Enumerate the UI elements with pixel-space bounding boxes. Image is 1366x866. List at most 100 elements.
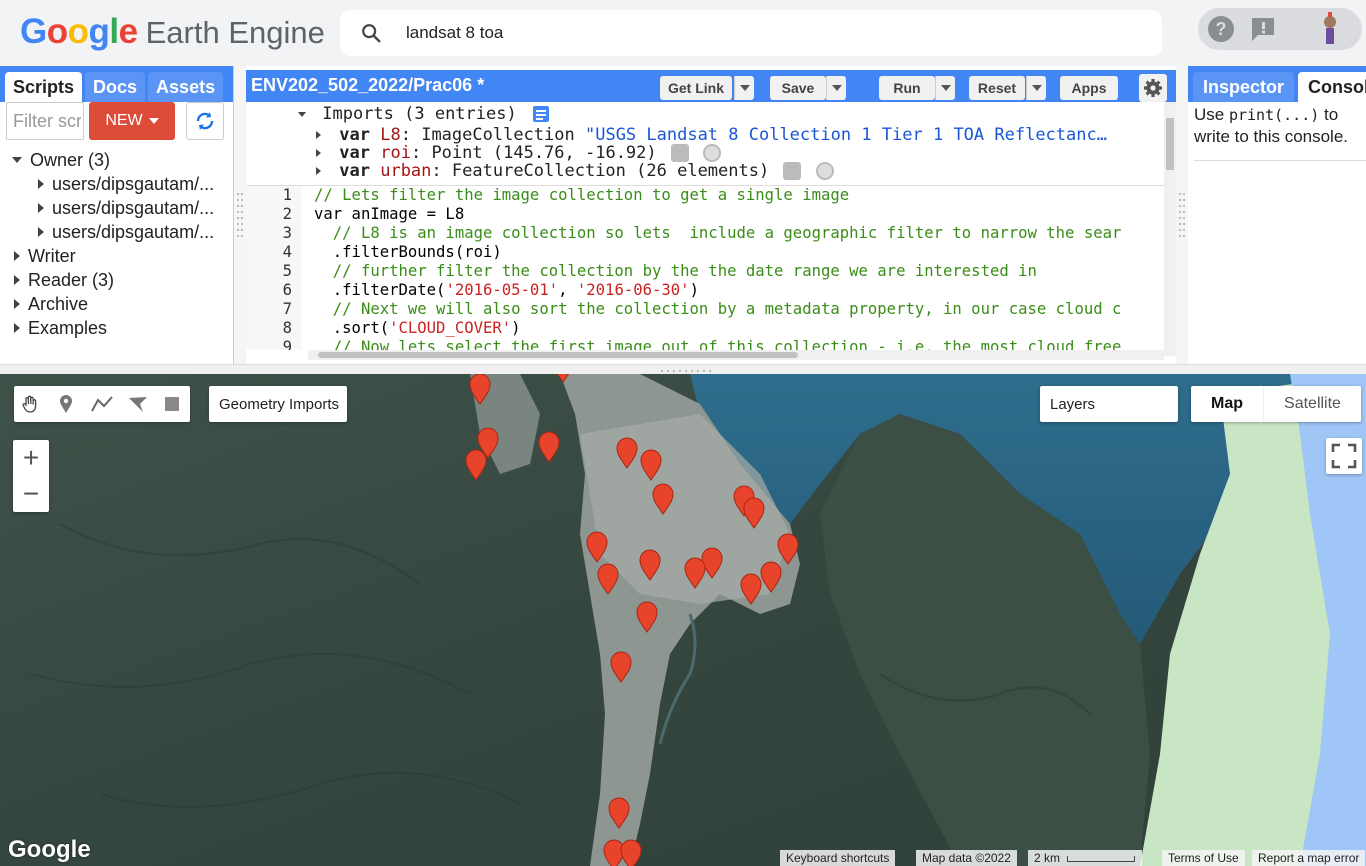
gear-icon[interactable] xyxy=(1139,74,1167,102)
product-name: Earth Engine xyxy=(145,15,325,50)
map-marker-icon[interactable] xyxy=(743,497,765,529)
map-marker-icon[interactable] xyxy=(636,601,658,633)
tree-node-repo[interactable]: users/dipsgautam/... xyxy=(0,196,234,220)
import-entry[interactable]: var roi: Point (145.76, -16.92) xyxy=(314,143,722,163)
filter-scripts-input[interactable] xyxy=(6,102,84,140)
map-marker-icon[interactable] xyxy=(538,431,560,463)
search-input[interactable] xyxy=(404,18,1144,48)
tree-node-archive[interactable]: Archive xyxy=(0,292,234,316)
panel-resize-handle-left[interactable] xyxy=(234,66,246,364)
pan-hand-icon[interactable] xyxy=(16,390,44,418)
collapsed-arrow-icon xyxy=(38,227,44,237)
map-type-satellite[interactable]: Satellite xyxy=(1263,386,1361,422)
save-button[interactable]: Save xyxy=(770,76,826,100)
map-marker-icon[interactable] xyxy=(740,573,762,605)
layers-button[interactable]: Layers xyxy=(1040,386,1178,422)
tree-node-owner[interactable]: Owner (3) xyxy=(0,148,234,172)
editor-vertical-scrollbar[interactable] xyxy=(1164,102,1176,356)
panel-resize-handle-right[interactable] xyxy=(1176,66,1188,364)
search-icon[interactable] xyxy=(360,22,382,44)
zoom-in-button[interactable]: + xyxy=(13,440,49,476)
code-line: var anImage = L8 xyxy=(314,205,465,223)
tab-scripts[interactable]: Scripts xyxy=(5,72,83,102)
import-visibility-icon[interactable] xyxy=(703,144,722,162)
earth-engine-logo[interactable]: Google Earth Engine xyxy=(20,10,325,54)
tree-node-examples[interactable]: Examples xyxy=(0,316,234,340)
collapsed-arrow-icon xyxy=(14,299,20,309)
scroll-thumb[interactable] xyxy=(318,352,798,358)
code-token: ) xyxy=(511,319,521,337)
map-marker-icon[interactable] xyxy=(608,797,630,829)
import-entry[interactable]: var L8: ImageCollection "USGS Landsat 8 … xyxy=(314,125,1107,145)
import-settings-icon[interactable] xyxy=(783,162,802,180)
terms-of-use-link[interactable]: Terms of Use xyxy=(1162,850,1245,866)
scale-bar[interactable]: 2 km xyxy=(1028,850,1142,866)
run-dropdown[interactable] xyxy=(935,76,955,100)
refresh-button[interactable] xyxy=(186,102,224,140)
tree-node-reader[interactable]: Reader (3) xyxy=(0,268,234,292)
report-map-error-link[interactable]: Report a map error xyxy=(1252,850,1366,866)
marker-tool-icon[interactable] xyxy=(52,390,80,418)
reset-dropdown[interactable] xyxy=(1026,76,1046,100)
geometry-imports-button[interactable]: Geometry Imports xyxy=(209,386,347,422)
map-marker-icon[interactable] xyxy=(639,549,661,581)
tab-inspector[interactable]: Inspector xyxy=(1193,72,1295,102)
code-area[interactable]: 1 2 3 4 5 6 7 8 9 // Lets filter the ima… xyxy=(246,186,1164,350)
keyboard-shortcuts-link[interactable]: Keyboard shortcuts xyxy=(780,850,896,866)
search-bar[interactable] xyxy=(340,10,1162,56)
scroll-thumb[interactable] xyxy=(1166,118,1174,170)
reset-button[interactable]: Reset xyxy=(969,76,1025,100)
map-marker-icon[interactable] xyxy=(620,839,642,866)
map-marker-icon[interactable] xyxy=(640,449,662,481)
polygon-tool-icon[interactable] xyxy=(124,390,152,418)
tree-node-repo[interactable]: users/dipsgautam/... xyxy=(0,220,234,244)
map-marker-icon[interactable] xyxy=(684,557,706,589)
rectangle-tool-icon[interactable] xyxy=(158,390,186,418)
collapsed-arrow-icon xyxy=(316,149,321,157)
avatar[interactable] xyxy=(1300,8,1360,50)
save-dropdown[interactable] xyxy=(826,76,846,100)
apps-button[interactable]: Apps xyxy=(1060,76,1118,100)
get-link-button[interactable]: Get Link xyxy=(660,76,732,100)
console-divider xyxy=(1194,160,1366,161)
tab-assets[interactable]: Assets xyxy=(148,72,224,102)
import-settings-icon[interactable] xyxy=(670,144,689,162)
map-marker-icon[interactable] xyxy=(469,374,491,405)
code-token: .filterDate( xyxy=(314,281,446,299)
tab-docs[interactable]: Docs xyxy=(85,72,146,102)
map-marker-icon[interactable] xyxy=(610,651,632,683)
imports-header[interactable]: Imports (3 entries) xyxy=(298,104,549,124)
code-line: // Now lets select the first image out o… xyxy=(314,338,1122,350)
new-script-button[interactable]: NEW xyxy=(89,102,175,140)
map-marker-icon[interactable] xyxy=(777,533,799,565)
fullscreen-icon[interactable] xyxy=(1326,438,1362,474)
map-resize-handle[interactable] xyxy=(0,364,1366,376)
feedback-icon[interactable] xyxy=(1244,10,1282,48)
map-type-map[interactable]: Map xyxy=(1191,386,1263,422)
import-visibility-icon[interactable] xyxy=(815,162,834,180)
tree-node-repo[interactable]: users/dipsgautam/... xyxy=(0,172,234,196)
zoom-out-button[interactable]: − xyxy=(13,476,49,512)
help-icon[interactable]: ? xyxy=(1202,10,1240,48)
map-marker-icon[interactable] xyxy=(701,547,723,579)
map-data-attribution[interactable]: Map data ©2022 xyxy=(916,850,1017,866)
tab-console[interactable]: Console xyxy=(1298,72,1366,102)
tree-node-writer[interactable]: Writer xyxy=(0,244,234,268)
map-marker-icon[interactable] xyxy=(760,561,782,593)
editor-horizontal-scrollbar[interactable] xyxy=(308,350,1164,360)
run-button[interactable]: Run xyxy=(879,76,935,100)
collapsed-arrow-icon xyxy=(14,251,20,261)
map-marker-icon[interactable] xyxy=(652,483,674,515)
map-marker-icon[interactable] xyxy=(465,449,487,481)
map-view[interactable]: Geometry Imports + − Layers Map Satellit… xyxy=(0,374,1366,866)
line-tool-icon[interactable] xyxy=(88,390,116,418)
map-marker-icon[interactable] xyxy=(616,437,638,469)
script-doc-icon[interactable] xyxy=(532,106,549,122)
map-marker-icon[interactable] xyxy=(586,531,608,563)
code-editor-panel: ENV202_502_2022/Prac06 * Get Link Save R… xyxy=(246,66,1176,364)
line-number: 9 xyxy=(282,338,292,350)
map-marker-icon[interactable] xyxy=(597,563,619,595)
map-marker-icon[interactable] xyxy=(553,374,573,383)
import-entry[interactable]: var urban: FeatureCollection (26 element… xyxy=(314,161,834,181)
get-link-dropdown[interactable] xyxy=(734,76,754,100)
